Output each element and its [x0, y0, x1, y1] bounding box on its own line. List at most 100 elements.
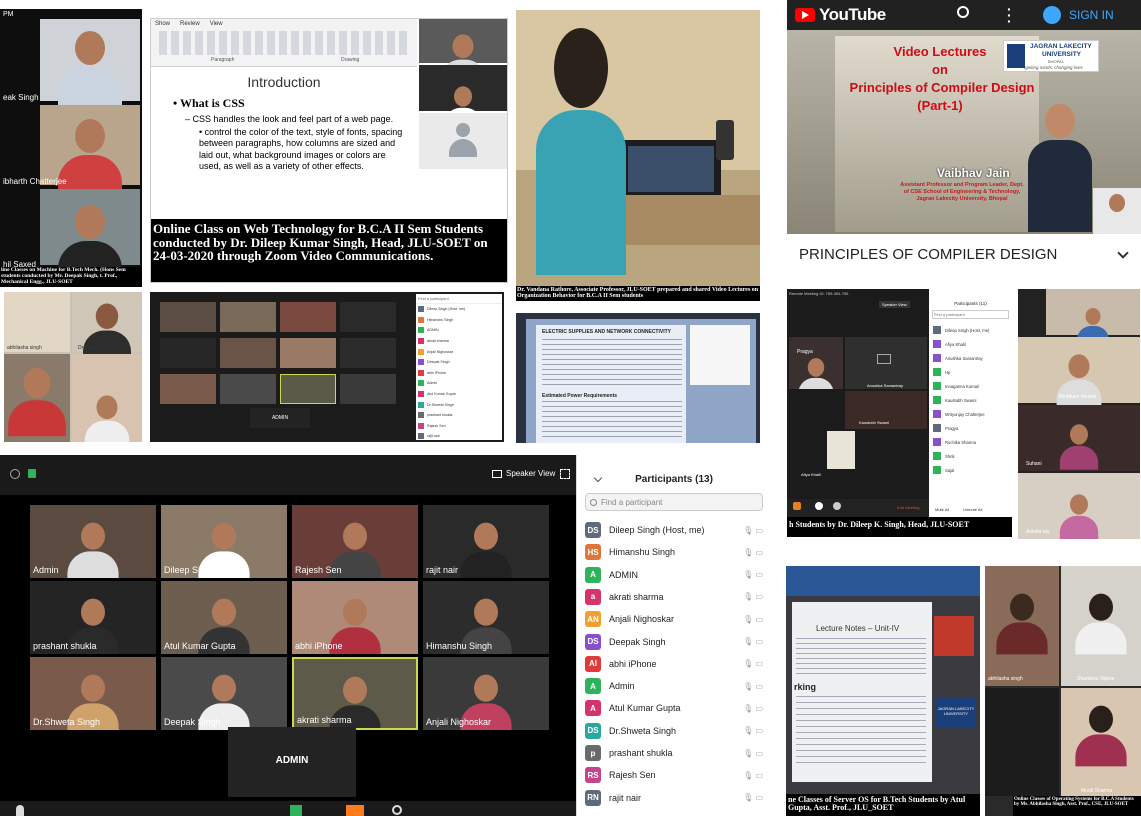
participant-name: Hp: [945, 369, 951, 375]
record-icon[interactable]: [793, 502, 801, 510]
mic-icon[interactable]: 🎙 ▭: [737, 526, 763, 535]
participant-name: Innaganna Kumari: [945, 383, 980, 389]
photo-caption: ne Classes of Server OS for B.Tech Stude…: [786, 794, 980, 816]
mini-find[interactable]: Find a participant: [416, 294, 502, 304]
participant-row[interactable]: RS Rajesh Sen 🎙 ▭: [585, 764, 763, 786]
zoom-topbar: Speaker View: [0, 455, 576, 495]
participant-row[interactable]: Anushka Samantray: [929, 351, 1012, 365]
mini-participant-row[interactable]: Rajesh Sen: [416, 421, 502, 432]
playlist-title[interactable]: PRINCIPLES OF COMPILER DESIGN: [799, 246, 1057, 263]
youtube-logo-icon[interactable]: [795, 8, 815, 22]
participant-row[interactable]: AI abhi iPhone 🎙 ▭: [585, 653, 763, 675]
lock-icon[interactable]: [28, 469, 36, 478]
mini-participant-row[interactable]: Himanshu Singh: [416, 315, 502, 326]
mini-participant-row[interactable]: Anjali Nighoskar: [416, 346, 502, 357]
mini-participant-name: Deepak Singh: [427, 360, 450, 365]
mini-participant-row[interactable]: Dileep Singh (Host, me): [416, 304, 502, 315]
participant-avatar: [933, 424, 941, 432]
mini-participant-row[interactable]: rajit nair: [416, 431, 502, 442]
participant-row[interactable]: p prashant shukla 🎙 ▭: [585, 742, 763, 764]
mute-all-button[interactable]: Mute All: [935, 507, 949, 512]
sign-in-button[interactable]: SIGN IN: [1043, 4, 1137, 26]
mini-participant-row[interactable]: abhi iPhone: [416, 368, 502, 379]
video-tile: [827, 431, 855, 469]
participant-row[interactable]: DS Dr.Shweta Singh 🎙 ▭: [585, 720, 763, 742]
mic-icon[interactable]: 🎙 ▭: [737, 793, 763, 802]
participant-row[interactable]: Kaustubh Swami: [929, 393, 1012, 407]
slide-sub2: • control the color of the text, style o…: [199, 127, 403, 171]
mic-icon[interactable]: 🎙 ▭: [737, 682, 763, 691]
reactions-icon[interactable]: [815, 502, 823, 510]
mini-participant-row[interactable]: Admin: [416, 378, 502, 389]
speaker-view-button[interactable]: Speaker View: [492, 469, 555, 478]
mini-participant-row[interactable]: ADMIN: [416, 325, 502, 336]
ribbon-group-label: Drawing: [341, 57, 360, 63]
end-meeting-button[interactable]: End Meeting: [897, 505, 919, 510]
participant-row[interactable]: DS Deepak Singh 🎙 ▭: [585, 631, 763, 653]
participant-row[interactable]: Shrik: [929, 449, 1012, 463]
find-participant[interactable]: Find a participant: [932, 310, 1009, 319]
mic-icon[interactable]: 🎙 ▭: [737, 637, 763, 646]
ribbon-tab[interactable]: View: [210, 21, 223, 27]
participant-row[interactable]: Innaganna Kumari: [929, 379, 1012, 393]
tile-name: rajit nair: [426, 565, 459, 575]
speaker-view-button[interactable]: Speaker View: [879, 301, 910, 308]
participant-row[interactable]: Pragya: [929, 421, 1012, 435]
info-icon[interactable]: [10, 469, 20, 479]
participant-row[interactable]: Dileep Singh (Host, me): [929, 323, 1012, 337]
participant-row[interactable]: A Atul Kumar Gupta 🎙 ▭: [585, 697, 763, 719]
css-slide-screenshot: Show Review View Paragraph Drawing Intro…: [150, 18, 508, 283]
mic-icon[interactable]: 🎙 ▭: [737, 704, 763, 713]
mic-icon[interactable]: 🎙 ▭: [737, 749, 763, 758]
mic-icon[interactable]: 🎙 ▭: [737, 771, 763, 780]
search-icon[interactable]: [957, 6, 969, 18]
mic-icon[interactable]: 🎙 ▭: [737, 615, 763, 624]
participant-video: [67, 522, 119, 578]
mic-icon[interactable]: 🎙 ▭: [737, 570, 763, 579]
participant-row[interactable]: RN rajit nair 🎙 ▭: [585, 787, 763, 809]
mic-icon[interactable]: [16, 805, 24, 816]
mic-icon[interactable]: 🎙 ▭: [737, 548, 763, 557]
mini-avatar: [418, 369, 424, 376]
share-icon[interactable]: [833, 502, 841, 510]
ribbon-tab[interactable]: Review: [180, 21, 200, 27]
video-tile: [160, 302, 216, 332]
mini-participant-row[interactable]: akrati sharma: [416, 336, 502, 347]
chevron-down-icon[interactable]: [1117, 247, 1129, 259]
ribbon-tab[interactable]: Show: [155, 21, 170, 27]
mini-participant-row[interactable]: prashant shukla: [416, 410, 502, 421]
participant-row[interactable]: A ADMIN 🎙 ▭: [585, 564, 763, 586]
mini-participant-row[interactable]: Atul Kumar Gupta: [416, 389, 502, 400]
video-frame[interactable]: Video Lectures on Principles of Compiler…: [787, 30, 1141, 234]
participant-row[interactable]: AN Anjali Nighoskar 🎙 ▭: [585, 608, 763, 630]
mic-icon[interactable]: 🎙 ▭: [737, 726, 763, 735]
tile-name: Pragya: [797, 349, 813, 355]
record-icon[interactable]: [346, 805, 364, 816]
find-participant-input[interactable]: Find a participant: [585, 493, 763, 511]
unmute-all-button[interactable]: Unmute All: [963, 507, 982, 512]
tile-name: Kaustubh Swami: [859, 420, 890, 425]
mic-icon[interactable]: 🎙 ▭: [737, 592, 763, 601]
participant-row[interactable]: a akrati sharma 🎙 ▭: [585, 586, 763, 608]
mic-icon[interactable]: 🎙 ▭: [737, 659, 763, 668]
participant-name: prashant shukla: [609, 748, 673, 758]
participant-name: Ruchika Sharma: [945, 439, 976, 445]
video-tile: [220, 302, 276, 332]
participant-row[interactable]: DS Dileep Singh (Host, me) 🎙 ▭: [585, 519, 763, 541]
share-screen-icon[interactable]: [290, 805, 302, 816]
participant-row[interactable]: Hp: [929, 365, 1012, 379]
participant-row[interactable]: HS Himanshu Singh 🎙 ▭: [585, 541, 763, 563]
participant-row[interactable]: Afiya Khalil: [929, 337, 1012, 351]
participant-row[interactable]: Mrityunjay Chatterjee: [929, 407, 1012, 421]
participant-row[interactable]: A Admin 🎙 ▭: [585, 675, 763, 697]
participant-row[interactable]: Ruchika Sharma: [929, 435, 1012, 449]
mini-participant-name: abhi iPhone: [427, 370, 446, 375]
reactions-icon[interactable]: [392, 805, 402, 815]
more-icon[interactable]: · · ·: [1007, 2, 1012, 28]
mini-participant-row[interactable]: Dr.Shweta Singh: [416, 399, 502, 410]
participant-row[interactable]: Sajal: [929, 463, 1012, 477]
video-tile: [220, 338, 276, 368]
mini-participant-row[interactable]: Deepak Singh: [416, 357, 502, 368]
fullscreen-icon[interactable]: [560, 469, 570, 479]
mini-participant-name: Admin: [427, 381, 438, 386]
